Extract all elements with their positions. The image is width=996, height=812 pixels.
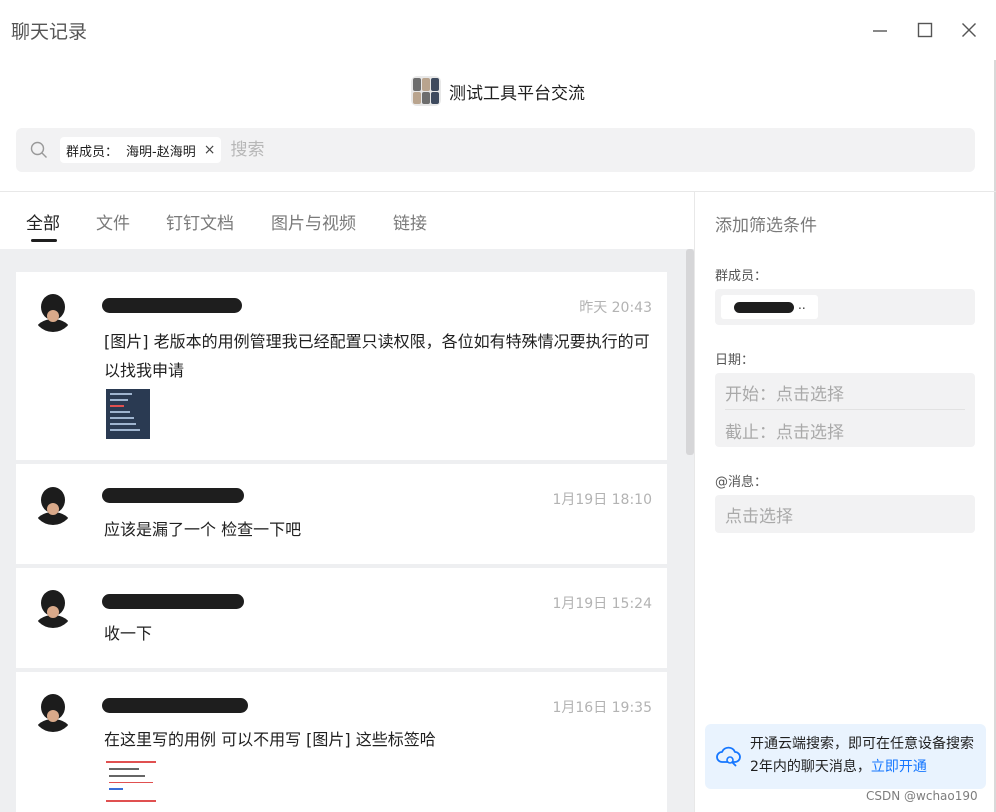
- date-end-picker[interactable]: 截止：点击选择: [725, 418, 844, 443]
- avatar[interactable]: [33, 485, 73, 525]
- chip-remove-icon[interactable]: ×: [204, 142, 216, 158]
- close-icon: [962, 23, 976, 37]
- group-avatar[interactable]: [411, 76, 441, 106]
- message-text: 应该是漏了一个 检查一下吧: [104, 520, 302, 539]
- mention-filter-label: @消息：: [715, 475, 768, 490]
- member-filter-chip[interactable]: 群成员： 海明-赵海明 ×: [60, 137, 222, 163]
- message-card[interactable]: 1月19日 18:10 应该是漏了一个 检查一下吧: [16, 464, 667, 564]
- tab-all[interactable]: 全部: [26, 209, 60, 234]
- filter-panel-title: 添加筛选条件: [715, 216, 817, 236]
- cloud-search-description: 开通云端搜索，即可在任意设备搜索2年内的聊天消息，: [750, 736, 974, 775]
- mention-filter-field[interactable]: 点击选择: [715, 495, 975, 533]
- cloud-search-icon: [716, 746, 741, 767]
- cloud-search-text: 开通云端搜索，即可在任意设备搜索2年内的聊天消息，立即开通: [750, 733, 980, 779]
- window-title: 聊天记录: [11, 21, 88, 43]
- enable-cloud-search-link[interactable]: 立即开通: [871, 759, 927, 775]
- cloud-search-banner: 开通云端搜索，即可在任意设备搜索2年内的聊天消息，立即开通: [705, 724, 986, 789]
- watermark: CSDN @wchao190: [866, 789, 978, 803]
- group-name: 测试工具平台交流: [449, 83, 585, 104]
- message-image-thumbnail[interactable]: [106, 389, 150, 439]
- divider: [725, 409, 965, 410]
- sender-name-redacted: [102, 698, 248, 713]
- divider: [694, 192, 695, 812]
- date-filter-field: 开始：点击选择 截止：点击选择: [715, 373, 975, 447]
- chip-label: 群成员：: [66, 144, 119, 160]
- tab-files[interactable]: 文件: [96, 209, 130, 234]
- scrollbar[interactable]: [686, 249, 694, 455]
- close-button[interactable]: [955, 16, 983, 44]
- message-text: 收一下: [104, 624, 153, 643]
- message-card[interactable]: 昨天 20:43 [图片] 老版本的用例管理我已经配置只读权限，各位如有特殊情况…: [16, 272, 667, 460]
- message-text: [图片] 老版本的用例管理我已经配置只读权限，各位如有特殊情况要执行的可以找我申…: [104, 332, 650, 380]
- minimize-icon: [873, 30, 887, 32]
- avatar[interactable]: [33, 292, 73, 332]
- search-input[interactable]: [230, 140, 731, 160]
- message-text: 在这里写的用例 可以不用写 [图片] 这些标签哈: [104, 730, 436, 749]
- tab-images-videos[interactable]: 图片与视频: [271, 209, 356, 234]
- minimize-button[interactable]: [866, 16, 894, 44]
- category-tabs: 全部 文件 钉钉文档 图片与视频 链接: [0, 192, 694, 249]
- sender-name-redacted: [102, 298, 242, 313]
- sender-name-redacted: [102, 488, 244, 503]
- tab-dingtalk-docs[interactable]: 钉钉文档: [166, 209, 234, 234]
- maximize-button[interactable]: [911, 16, 939, 44]
- sender-name-redacted: [102, 594, 244, 609]
- member-name-suffix: ..: [798, 298, 806, 312]
- message-time: 1月19日 15:24: [552, 596, 652, 612]
- member-filter-field[interactable]: ..: [715, 289, 975, 325]
- message-image-thumbnail[interactable]: [106, 760, 156, 804]
- message-time: 昨天 20:43: [579, 300, 652, 316]
- mention-picker: 点击选择: [725, 507, 793, 527]
- message-time: 1月19日 18:10: [552, 492, 652, 508]
- title-bar: 聊天记录: [0, 0, 996, 60]
- active-tab-indicator: [31, 239, 57, 242]
- message-card[interactable]: 1月19日 15:24 收一下: [16, 568, 667, 668]
- maximize-icon: [917, 22, 933, 38]
- message-time: 1月16日 19:35: [552, 700, 652, 716]
- group-header: 测试工具平台交流: [0, 74, 996, 108]
- member-name-redacted: [734, 302, 794, 313]
- message-card[interactable]: 1月16日 19:35 在这里写的用例 可以不用写 [图片] 这些标签哈: [16, 672, 667, 812]
- date-start-picker[interactable]: 开始：点击选择: [725, 380, 844, 405]
- search-bar: 群成员： 海明-赵海明 ×: [16, 128, 975, 172]
- search-icon: [30, 141, 47, 158]
- avatar[interactable]: [33, 588, 73, 628]
- message-list[interactable]: 昨天 20:43 [图片] 老版本的用例管理我已经配置只读权限，各位如有特殊情况…: [0, 249, 694, 812]
- selected-member-chip[interactable]: ..: [721, 295, 818, 319]
- date-filter-label: 日期：: [715, 353, 755, 368]
- chip-value: 海明-赵海明: [126, 144, 196, 160]
- member-filter-label: 群成员：: [715, 269, 768, 284]
- tab-links[interactable]: 链接: [393, 209, 427, 234]
- avatar[interactable]: [33, 692, 73, 732]
